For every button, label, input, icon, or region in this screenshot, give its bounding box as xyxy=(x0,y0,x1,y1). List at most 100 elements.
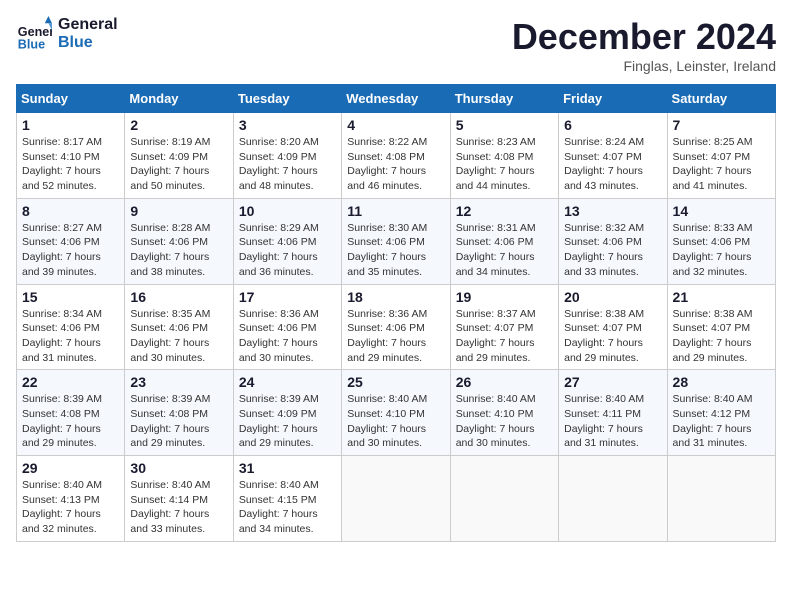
day-info: Sunrise: 8:29 AM Sunset: 4:06 PM Dayligh… xyxy=(239,221,336,280)
day-number: 8 xyxy=(22,203,119,219)
day-info: Sunrise: 8:28 AM Sunset: 4:06 PM Dayligh… xyxy=(130,221,227,280)
day-info: Sunrise: 8:23 AM Sunset: 4:08 PM Dayligh… xyxy=(456,135,553,194)
day-info: Sunrise: 8:40 AM Sunset: 4:11 PM Dayligh… xyxy=(564,392,661,451)
calendar-cell: 10 Sunrise: 8:29 AM Sunset: 4:06 PM Dayl… xyxy=(233,198,341,284)
day-number: 26 xyxy=(456,374,553,390)
day-number: 7 xyxy=(673,117,770,133)
calendar-cell: 1 Sunrise: 8:17 AM Sunset: 4:10 PM Dayli… xyxy=(17,113,125,199)
day-info: Sunrise: 8:40 AM Sunset: 4:14 PM Dayligh… xyxy=(130,478,227,537)
day-info: Sunrise: 8:32 AM Sunset: 4:06 PM Dayligh… xyxy=(564,221,661,280)
day-info: Sunrise: 8:35 AM Sunset: 4:06 PM Dayligh… xyxy=(130,307,227,366)
logo-icon: General Blue xyxy=(16,16,52,52)
calendar-cell: 31 Sunrise: 8:40 AM Sunset: 4:15 PM Dayl… xyxy=(233,456,341,542)
day-info: Sunrise: 8:25 AM Sunset: 4:07 PM Dayligh… xyxy=(673,135,770,194)
calendar-cell: 19 Sunrise: 8:37 AM Sunset: 4:07 PM Dayl… xyxy=(450,284,558,370)
day-number: 5 xyxy=(456,117,553,133)
day-header-sunday: Sunday xyxy=(17,85,125,113)
day-info: Sunrise: 8:20 AM Sunset: 4:09 PM Dayligh… xyxy=(239,135,336,194)
calendar-cell: 22 Sunrise: 8:39 AM Sunset: 4:08 PM Dayl… xyxy=(17,370,125,456)
day-info: Sunrise: 8:19 AM Sunset: 4:09 PM Dayligh… xyxy=(130,135,227,194)
day-info: Sunrise: 8:39 AM Sunset: 4:08 PM Dayligh… xyxy=(22,392,119,451)
calendar-cell: 4 Sunrise: 8:22 AM Sunset: 4:08 PM Dayli… xyxy=(342,113,450,199)
day-info: Sunrise: 8:38 AM Sunset: 4:07 PM Dayligh… xyxy=(564,307,661,366)
day-info: Sunrise: 8:40 AM Sunset: 4:10 PM Dayligh… xyxy=(347,392,444,451)
calendar-cell xyxy=(559,456,667,542)
day-number: 1 xyxy=(22,117,119,133)
month-title: December 2024 xyxy=(512,16,776,58)
calendar-cell: 25 Sunrise: 8:40 AM Sunset: 4:10 PM Dayl… xyxy=(342,370,450,456)
calendar-week-2: 8 Sunrise: 8:27 AM Sunset: 4:06 PM Dayli… xyxy=(17,198,776,284)
day-number: 28 xyxy=(673,374,770,390)
day-number: 3 xyxy=(239,117,336,133)
day-number: 31 xyxy=(239,460,336,476)
day-number: 11 xyxy=(347,203,444,219)
day-number: 9 xyxy=(130,203,227,219)
title-section: December 2024 Finglas, Leinster, Ireland xyxy=(512,16,776,74)
day-number: 14 xyxy=(673,203,770,219)
day-number: 29 xyxy=(22,460,119,476)
day-info: Sunrise: 8:27 AM Sunset: 4:06 PM Dayligh… xyxy=(22,221,119,280)
day-header-monday: Monday xyxy=(125,85,233,113)
day-info: Sunrise: 8:36 AM Sunset: 4:06 PM Dayligh… xyxy=(347,307,444,366)
calendar-cell: 16 Sunrise: 8:35 AM Sunset: 4:06 PM Dayl… xyxy=(125,284,233,370)
calendar-week-3: 15 Sunrise: 8:34 AM Sunset: 4:06 PM Dayl… xyxy=(17,284,776,370)
day-header-thursday: Thursday xyxy=(450,85,558,113)
calendar-cell: 23 Sunrise: 8:39 AM Sunset: 4:08 PM Dayl… xyxy=(125,370,233,456)
location-subtitle: Finglas, Leinster, Ireland xyxy=(512,58,776,74)
day-info: Sunrise: 8:34 AM Sunset: 4:06 PM Dayligh… xyxy=(22,307,119,366)
day-number: 10 xyxy=(239,203,336,219)
day-info: Sunrise: 8:33 AM Sunset: 4:06 PM Dayligh… xyxy=(673,221,770,280)
day-header-tuesday: Tuesday xyxy=(233,85,341,113)
day-info: Sunrise: 8:39 AM Sunset: 4:09 PM Dayligh… xyxy=(239,392,336,451)
day-info: Sunrise: 8:36 AM Sunset: 4:06 PM Dayligh… xyxy=(239,307,336,366)
calendar-week-5: 29 Sunrise: 8:40 AM Sunset: 4:13 PM Dayl… xyxy=(17,456,776,542)
calendar-cell: 27 Sunrise: 8:40 AM Sunset: 4:11 PM Dayl… xyxy=(559,370,667,456)
calendar-cell xyxy=(667,456,775,542)
calendar-cell: 12 Sunrise: 8:31 AM Sunset: 4:06 PM Dayl… xyxy=(450,198,558,284)
day-info: Sunrise: 8:30 AM Sunset: 4:06 PM Dayligh… xyxy=(347,221,444,280)
day-info: Sunrise: 8:22 AM Sunset: 4:08 PM Dayligh… xyxy=(347,135,444,194)
calendar-cell xyxy=(342,456,450,542)
day-header-friday: Friday xyxy=(559,85,667,113)
calendar-cell: 24 Sunrise: 8:39 AM Sunset: 4:09 PM Dayl… xyxy=(233,370,341,456)
day-number: 27 xyxy=(564,374,661,390)
calendar-cell: 9 Sunrise: 8:28 AM Sunset: 4:06 PM Dayli… xyxy=(125,198,233,284)
day-info: Sunrise: 8:24 AM Sunset: 4:07 PM Dayligh… xyxy=(564,135,661,194)
day-info: Sunrise: 8:40 AM Sunset: 4:10 PM Dayligh… xyxy=(456,392,553,451)
day-number: 17 xyxy=(239,289,336,305)
calendar-cell: 13 Sunrise: 8:32 AM Sunset: 4:06 PM Dayl… xyxy=(559,198,667,284)
day-number: 25 xyxy=(347,374,444,390)
day-number: 22 xyxy=(22,374,119,390)
day-header-wednesday: Wednesday xyxy=(342,85,450,113)
day-number: 30 xyxy=(130,460,227,476)
calendar-cell: 11 Sunrise: 8:30 AM Sunset: 4:06 PM Dayl… xyxy=(342,198,450,284)
calendar-cell: 20 Sunrise: 8:38 AM Sunset: 4:07 PM Dayl… xyxy=(559,284,667,370)
day-info: Sunrise: 8:38 AM Sunset: 4:07 PM Dayligh… xyxy=(673,307,770,366)
day-number: 18 xyxy=(347,289,444,305)
calendar-cell: 26 Sunrise: 8:40 AM Sunset: 4:10 PM Dayl… xyxy=(450,370,558,456)
day-number: 19 xyxy=(456,289,553,305)
day-info: Sunrise: 8:17 AM Sunset: 4:10 PM Dayligh… xyxy=(22,135,119,194)
logo-general: General xyxy=(58,16,118,34)
day-info: Sunrise: 8:39 AM Sunset: 4:08 PM Dayligh… xyxy=(130,392,227,451)
day-number: 24 xyxy=(239,374,336,390)
calendar-cell: 17 Sunrise: 8:36 AM Sunset: 4:06 PM Dayl… xyxy=(233,284,341,370)
day-number: 20 xyxy=(564,289,661,305)
calendar-cell: 15 Sunrise: 8:34 AM Sunset: 4:06 PM Dayl… xyxy=(17,284,125,370)
day-info: Sunrise: 8:37 AM Sunset: 4:07 PM Dayligh… xyxy=(456,307,553,366)
calendar-cell: 28 Sunrise: 8:40 AM Sunset: 4:12 PM Dayl… xyxy=(667,370,775,456)
day-info: Sunrise: 8:40 AM Sunset: 4:12 PM Dayligh… xyxy=(673,392,770,451)
calendar-cell: 5 Sunrise: 8:23 AM Sunset: 4:08 PM Dayli… xyxy=(450,113,558,199)
calendar-cell xyxy=(450,456,558,542)
day-number: 23 xyxy=(130,374,227,390)
calendar-cell: 30 Sunrise: 8:40 AM Sunset: 4:14 PM Dayl… xyxy=(125,456,233,542)
calendar-table: SundayMondayTuesdayWednesdayThursdayFrid… xyxy=(16,84,776,542)
day-number: 21 xyxy=(673,289,770,305)
day-number: 12 xyxy=(456,203,553,219)
calendar-header-row: SundayMondayTuesdayWednesdayThursdayFrid… xyxy=(17,85,776,113)
day-header-saturday: Saturday xyxy=(667,85,775,113)
day-number: 16 xyxy=(130,289,227,305)
day-number: 15 xyxy=(22,289,119,305)
calendar-week-1: 1 Sunrise: 8:17 AM Sunset: 4:10 PM Dayli… xyxy=(17,113,776,199)
logo-blue: Blue xyxy=(58,34,118,52)
